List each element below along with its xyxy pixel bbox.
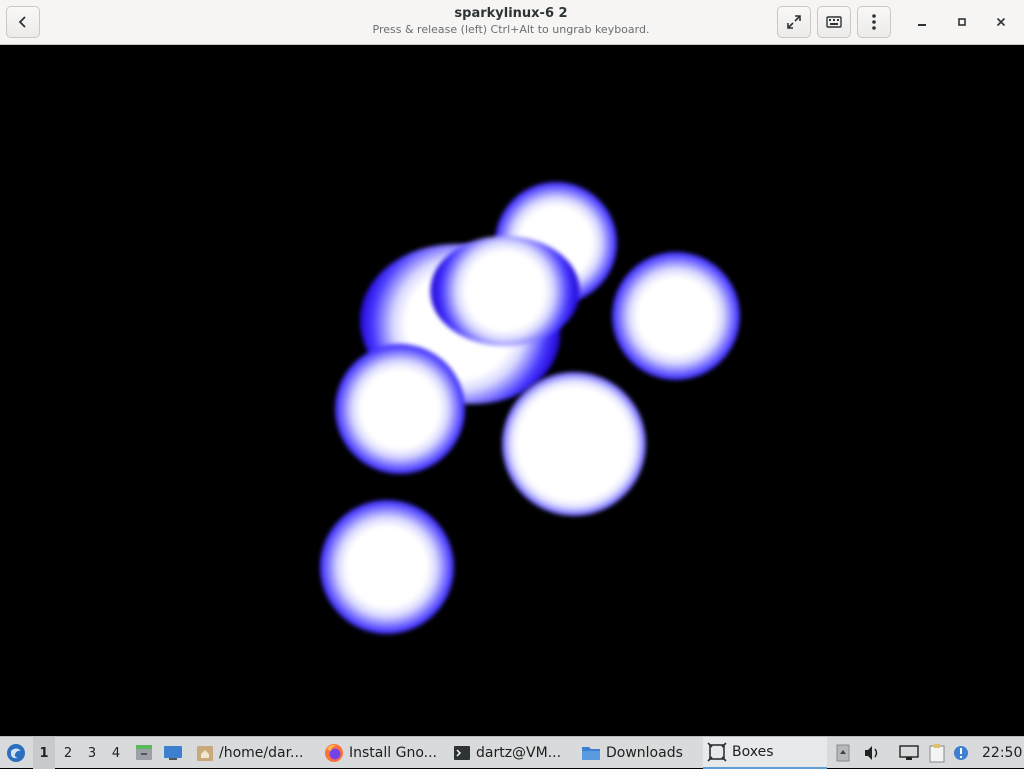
glow-blob — [320, 500, 454, 634]
close-icon — [996, 17, 1006, 27]
vm-display[interactable] — [0, 46, 1024, 734]
update-notifier[interactable] — [952, 737, 970, 769]
glow-blob — [502, 372, 646, 516]
window-subtitle: Press & release (left) Ctrl+Alt to ungra… — [372, 23, 650, 36]
close-button[interactable] — [990, 11, 1012, 33]
workspace-3[interactable]: 3 — [81, 737, 103, 769]
glow-blob — [335, 344, 465, 474]
keyboard-icon — [826, 16, 842, 28]
terminal-icon — [454, 746, 470, 760]
sparky-menu-button[interactable] — [4, 737, 28, 769]
task-label: Downloads — [606, 745, 683, 761]
keyboard-button[interactable] — [817, 6, 851, 38]
show-desktop-launcher[interactable] — [162, 737, 184, 769]
folder-home-icon — [197, 746, 213, 761]
task-label: Boxes — [732, 744, 774, 760]
network-indicator[interactable] — [898, 737, 920, 769]
back-button[interactable] — [6, 6, 40, 38]
task-terminal[interactable]: dartz@VM... — [449, 737, 571, 769]
firefox-icon — [325, 744, 343, 762]
header-bar: sparkylinux-6 2 Press & release (left) C… — [0, 0, 1024, 45]
back-arrow-icon — [18, 16, 26, 28]
volume-icon — [865, 746, 878, 760]
task-boxes[interactable]: Boxes — [703, 737, 827, 769]
menu-button[interactable] — [857, 6, 891, 38]
minimize-icon — [918, 24, 926, 26]
clipboard-icon — [929, 744, 945, 763]
task-downloads[interactable]: Downloads — [577, 737, 695, 769]
file-manager-launcher[interactable] — [134, 737, 154, 769]
task-label: dartz@VM... — [476, 745, 562, 761]
workspace-1[interactable]: 1 — [33, 737, 55, 769]
boxes-icon — [707, 742, 727, 762]
volume-control[interactable] — [860, 737, 884, 769]
workspace-4[interactable]: 4 — [105, 737, 127, 769]
sparky-logo-icon — [7, 744, 25, 762]
taskbar: 1 2 3 4 /home/dar... Install Gno... dart… — [0, 736, 1024, 769]
network-wired-icon — [899, 745, 919, 760]
task-firefox[interactable]: Install Gno... — [320, 737, 442, 769]
kebab-menu-icon — [872, 14, 876, 30]
glow-blob — [430, 236, 580, 346]
folder-icon — [582, 747, 600, 760]
minimize-button[interactable] — [911, 11, 933, 33]
task-home-folder[interactable]: /home/dar... — [192, 737, 310, 769]
scroll-up-icon — [836, 744, 850, 762]
maximize-icon — [958, 18, 966, 26]
workspace-2[interactable]: 2 — [57, 737, 79, 769]
task-label: Install Gno... — [349, 745, 437, 761]
clipboard-indicator[interactable] — [926, 737, 948, 769]
clock[interactable]: 22:50 — [982, 737, 1022, 769]
task-label: /home/dar... — [219, 745, 304, 761]
info-notification-icon — [954, 746, 968, 760]
fullscreen-button[interactable] — [777, 6, 811, 38]
tray-scroll-button[interactable] — [835, 737, 851, 769]
window-title: sparkylinux-6 2 — [454, 6, 568, 21]
title-area: sparkylinux-6 2 Press & release (left) C… — [250, 5, 772, 37]
glow-blob — [612, 252, 740, 380]
maximize-button[interactable] — [951, 11, 973, 33]
fullscreen-icon — [787, 15, 801, 29]
desktop-icon — [164, 746, 182, 760]
file-cabinet-icon — [136, 745, 152, 760]
